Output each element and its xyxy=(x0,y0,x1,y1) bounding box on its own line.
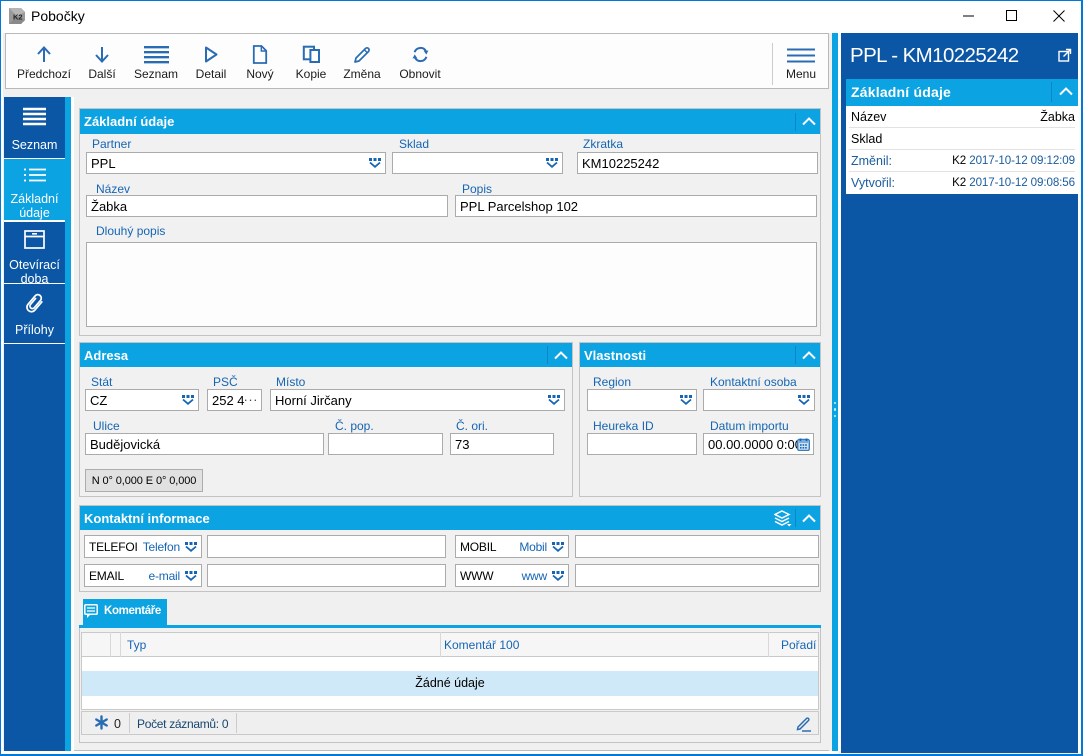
svg-text:K2: K2 xyxy=(13,13,23,22)
